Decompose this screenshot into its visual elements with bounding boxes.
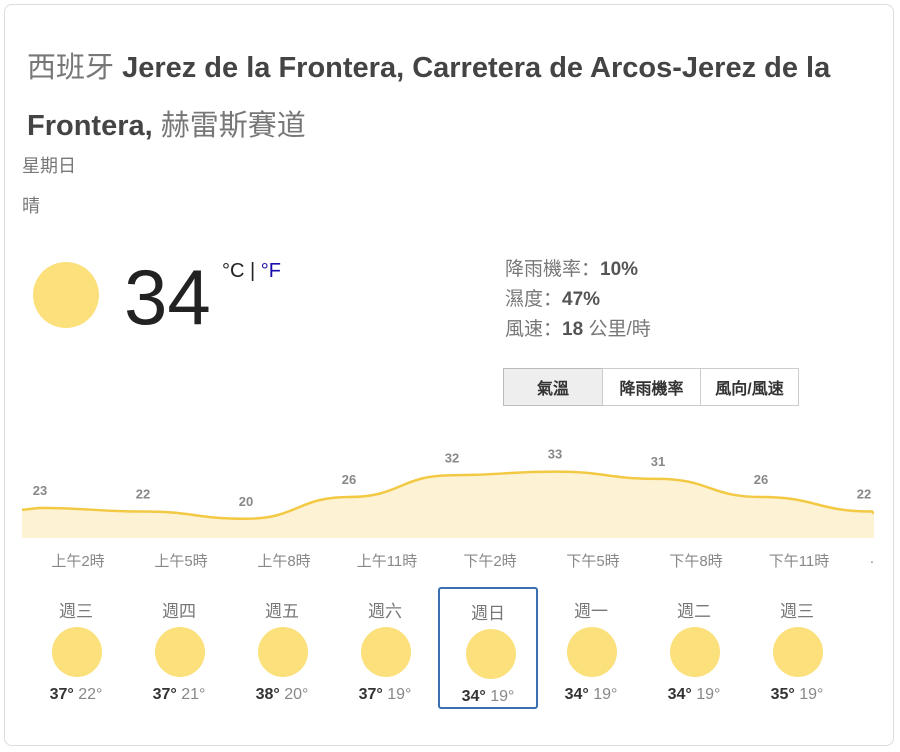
forecast-high: 38° [255,686,280,703]
wind-value: 18 [562,319,584,340]
fahrenheit-link[interactable]: °F [261,260,281,282]
forecast-low: 21° [176,686,206,703]
tab-precipitation[interactable]: 降雨機率 [602,368,701,406]
unit-switch: °C | °F [222,260,281,283]
time-label: 下午8時 [669,553,723,570]
chart-value-label: 26 [342,472,356,487]
forecast-temps: 34° 19° [644,686,744,704]
wind-label: 風速： [505,319,563,340]
time-label: . [869,550,875,567]
chart-value-label: 33 [548,447,562,462]
wind-row: 風速：18 公里/時 [505,315,651,345]
chart-value-label: 20 [239,494,253,509]
forecast-temps: 35° 19° [747,686,847,704]
forecast-temps: 34° 19° [541,686,641,704]
time-label: 下午5時 [566,553,620,570]
location-suffix: 赫雷斯賽道 [160,110,306,142]
forecast-temps: 38° 20° [232,686,332,704]
forecast-day[interactable]: 週二 34° 19° [644,587,744,709]
forecast-day[interactable]: 週日 34° 19° [438,587,538,709]
forecast-high: 34° [461,688,486,705]
time-label: 上午5時 [154,553,208,570]
forecast-day[interactable]: 週四 37° 21° [129,587,229,709]
celsius-unit: °C [222,260,245,282]
forecast-low: 20° [279,686,309,703]
forecast-low: 19° [382,686,412,703]
forecast-day[interactable]: 週一 34° 19° [541,587,641,709]
sunny-icon [773,627,823,677]
forecast-day-name: 週日 [471,604,505,623]
forecast-day-name: 週四 [162,602,196,621]
precip-value: 10% [600,259,639,280]
chart-value-label: 32 [445,450,459,465]
forecast-low: 19° [691,686,721,703]
forecast-high: 37° [152,686,177,703]
chart-value-label: 22 [136,487,150,502]
chart-value-label: 23 [33,483,47,498]
forecast-temps: 37° 21° [129,686,229,704]
forecast-day-name: 週三 [780,602,814,621]
time-label: 上午11時 [356,553,418,570]
forecast-day-name: 週三 [59,602,93,621]
forecast-day[interactable]: 週三 37° 22° [26,587,126,709]
location-name: Jerez de la Frontera, Carretera de Arcos… [27,52,831,142]
chart-value-label: 31 [651,454,665,469]
sunny-icon [258,627,308,677]
sunny-icon [670,627,720,677]
time-label: 下午2時 [463,553,517,570]
sunny-icon [466,629,516,679]
forecast-day[interactable]: 週五 38° 20° [232,587,332,709]
current-temperature: 34 [124,253,211,341]
weather-details: 降雨機率：10% 濕度：47% 風速：18 公里/時 [505,255,651,345]
chart-value-label: 22 [857,487,871,502]
sunny-icon [567,627,617,677]
tab-wind[interactable]: 風向/風速 [700,368,799,406]
location-country: 西班牙 [27,52,115,84]
forecast-high: 37° [358,686,383,703]
forecast-temps: 34° 19° [440,688,536,706]
current-condition: 晴 [22,196,40,216]
current-day: 星期日 [22,156,76,176]
forecast-day[interactable]: 週六 37° 19° [335,587,435,709]
time-label: 上午8時 [257,553,311,570]
sunny-icon [155,627,205,677]
chart-tabs: 氣溫 降雨機率 風向/風速 [503,368,799,406]
forecast-low: 22° [73,686,103,703]
time-label: 上午2時 [51,553,105,570]
precip-label: 降雨機率： [505,259,601,280]
humidity-value: 47% [562,289,601,310]
forecast-high: 37° [49,686,74,703]
forecast-high: 34° [667,686,692,703]
forecast-temps: 37° 22° [26,686,126,704]
forecast-high: 34° [564,686,589,703]
wind-unit: 公里/時 [588,319,651,340]
chart-value-label: 26 [754,472,768,487]
humidity-label: 濕度： [505,289,563,310]
location-title: 西班牙 Jerez de la Frontera, Carretera de A… [27,39,877,155]
forecast-day-name: 週二 [677,602,711,621]
forecast-high: 35° [770,686,795,703]
sunny-icon [52,627,102,677]
precip-row: 降雨機率：10% [505,255,651,285]
forecast-low: 19° [794,686,824,703]
forecast-temps: 37° 19° [335,686,435,704]
forecast-day[interactable]: 週三 35° 19° [747,587,847,709]
forecast-day-name: 週一 [574,602,608,621]
sunny-icon [361,627,411,677]
chart-area [22,471,874,538]
forecast-low: 19° [485,688,515,705]
temperature-chart: 23 22 20 26 32 33 31 26 22 [22,447,874,538]
humidity-row: 濕度：47% [505,285,651,315]
forecast-low: 19° [588,686,618,703]
unit-separator: | [250,260,256,282]
sunny-icon [33,262,99,328]
forecast-day-name: 週五 [265,602,299,621]
forecast-day-name: 週六 [368,602,402,621]
tab-temperature[interactable]: 氣溫 [503,368,603,406]
